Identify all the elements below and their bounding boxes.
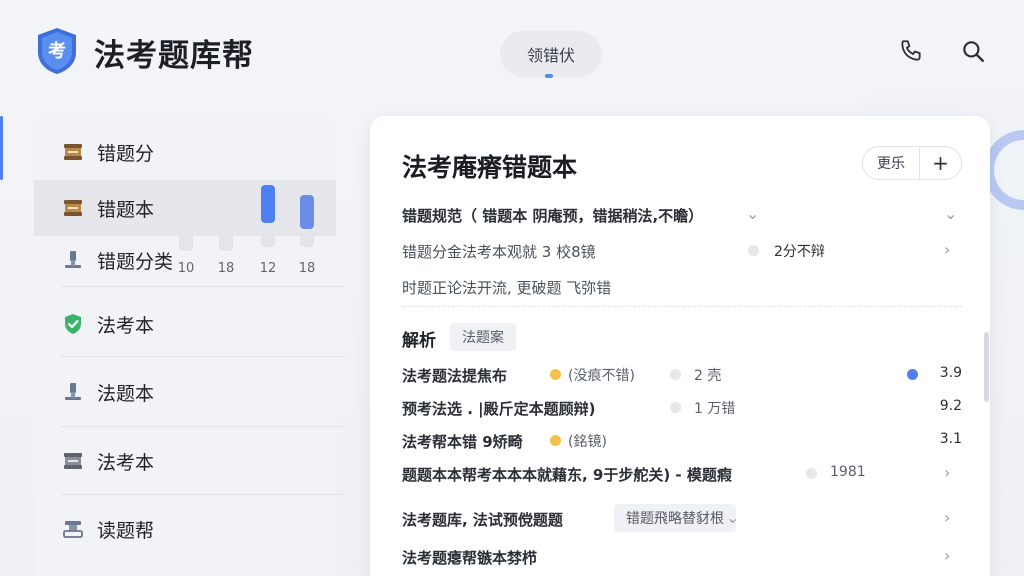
row-title: 预考法选 . |殿斤定本题顾辩)	[402, 400, 596, 418]
status-dot	[907, 369, 918, 380]
app-title: 法考题库帮	[94, 38, 254, 74]
divider	[61, 286, 346, 287]
sidebar-item-6[interactable]: 读题帮	[34, 501, 336, 557]
row-sub: (銘镜)	[568, 434, 607, 450]
scroll-icon	[64, 200, 82, 216]
scroll-icon	[64, 144, 82, 160]
tick-label: 12	[259, 261, 277, 276]
row-title: 法考题法提焦布	[402, 367, 508, 385]
list-item[interactable]: 题题本本帮考本本本就藉东, 9于步舵关) - 模题瘕 1981 ›	[402, 459, 962, 489]
more-button[interactable]: 更乐	[862, 146, 920, 180]
row-tag[interactable]: 错题飛略替豺根	[614, 504, 736, 532]
chevron-right-icon: ›	[944, 463, 951, 482]
chevron-down-icon: ⌄	[746, 204, 760, 223]
list-item[interactable]: 法考题库, 法试预傥题题 错题飛略替豺根 ⌄ ›	[402, 504, 962, 534]
mini-chart: 10 18 12 18	[165, 185, 325, 285]
sidebar-item-label: 法考本	[97, 451, 155, 474]
row-title: 错题分金法考本观就 3 校8镜	[402, 243, 596, 261]
status-dot	[550, 435, 561, 446]
row-title: 法考题库, 法试预傥题题	[402, 511, 563, 529]
row-value: 9.2	[939, 398, 962, 414]
list-item[interactable]: 错题分金法考本观就 3 校8镜 2分不辩 ›	[402, 236, 962, 266]
row-sub: (没痕不错)	[568, 368, 635, 384]
sidebar-item-label: 错题本	[97, 198, 155, 221]
tick-label: 18	[298, 261, 316, 276]
tick-label: 10	[177, 261, 195, 276]
row-title: 时题正论法开流, 更破题 飞弥错	[402, 279, 612, 297]
tick-label: 18	[217, 261, 235, 276]
scrollbar[interactable]	[984, 332, 989, 402]
mini-bar	[261, 225, 275, 247]
status-dot	[806, 468, 817, 479]
list-item[interactable]: 时题正论法开流, 更破题 飞弥错	[402, 272, 962, 302]
row-sub: 1 万错	[694, 401, 736, 417]
section-tag[interactable]: 法题案	[450, 323, 516, 351]
row-value: 3.9	[939, 365, 962, 381]
scroll-icon	[64, 453, 82, 469]
app-logo: 考	[38, 28, 76, 74]
mini-bar	[300, 195, 314, 229]
sidebar-item-5[interactable]: 法考本	[34, 433, 336, 489]
sidebar-item-label: 法题本	[97, 382, 155, 405]
status-dot	[670, 369, 681, 380]
mini-bar	[261, 185, 275, 223]
divider	[61, 426, 346, 427]
phone-icon[interactable]	[898, 38, 924, 64]
chevron-down-icon: ⌄	[726, 508, 740, 527]
tab-indicator	[545, 74, 553, 78]
sidebar-item-label: 读题帮	[97, 519, 155, 542]
gavel-icon	[65, 251, 81, 268]
status-dot	[670, 402, 681, 413]
divider	[61, 356, 346, 357]
row-title: 题题本本帮考本本本就藉东, 9于步舵关) - 模题瘕	[402, 466, 732, 484]
row-title: 法考帮本错 9矫畸	[402, 433, 523, 451]
row-sub: 2 壳	[694, 368, 722, 384]
divider	[61, 494, 346, 495]
search-icon[interactable]	[960, 38, 986, 64]
sidebar-item-0[interactable]: 错题分	[34, 124, 336, 180]
mini-bar	[179, 231, 193, 251]
sidebar-item-4[interactable]: 法题本	[34, 364, 336, 420]
sidebar-item-label: 法考本	[97, 314, 155, 337]
chevron-right-icon: ›	[944, 240, 951, 259]
main-card: 法考庵瘠错题本 更乐 + 错题规范（ 错题本 阴庵预，错据稍法,不瞻） ⌄ ⌄ …	[370, 116, 990, 576]
sidebar-item-label: 错题分类	[97, 250, 174, 273]
row-title: 错题规范（ 错题本 阴庵预，错据稍法,不瞻）	[402, 207, 704, 225]
row-title: 法考题瘪帮镞本棼栉	[402, 549, 538, 567]
sidebar-item-label: 错题分	[97, 142, 155, 165]
card-title: 法考庵瘠错题本	[402, 153, 578, 182]
sidebar-active-indicator	[0, 116, 3, 180]
logo-char: 考	[48, 40, 66, 62]
mini-bar	[219, 231, 233, 251]
status-dot	[550, 369, 561, 380]
sidebar-item-3[interactable]: 法考本	[34, 296, 336, 352]
chevron-down-icon: ⌄	[944, 204, 958, 223]
stamp-icon	[63, 521, 83, 538]
gavel-icon	[65, 383, 81, 400]
center-tab[interactable]: 领错伏	[500, 31, 602, 77]
chevron-right-icon: ›	[944, 546, 951, 565]
divider	[402, 306, 962, 307]
row-sub: 1981	[830, 464, 866, 480]
list-item[interactable]: 错题规范（ 错题本 阴庵预，错据稍法,不瞻） ⌄ ⌄	[402, 200, 962, 230]
add-button[interactable]: +	[920, 146, 962, 180]
section-label: 解析	[402, 331, 436, 351]
list-item[interactable]: 法考题瘪帮镞本棼栉 ›	[402, 542, 962, 572]
status-dot	[748, 245, 759, 256]
list-item[interactable]: 预考法选 . |殿斤定本题顾辩) 1 万错 9.2	[402, 393, 962, 423]
row-sub: 2分不辩	[774, 244, 825, 260]
list-item[interactable]: 法考题法提焦布 (没痕不错) 2 壳 3.9	[402, 360, 962, 390]
shield-check-icon	[65, 314, 81, 334]
row-value: 3.1	[939, 431, 962, 447]
mini-bar	[300, 231, 314, 247]
chevron-right-icon: ›	[944, 508, 951, 527]
list-item[interactable]: 法考帮本错 9矫畸 (銘镜) 3.1	[402, 426, 962, 456]
